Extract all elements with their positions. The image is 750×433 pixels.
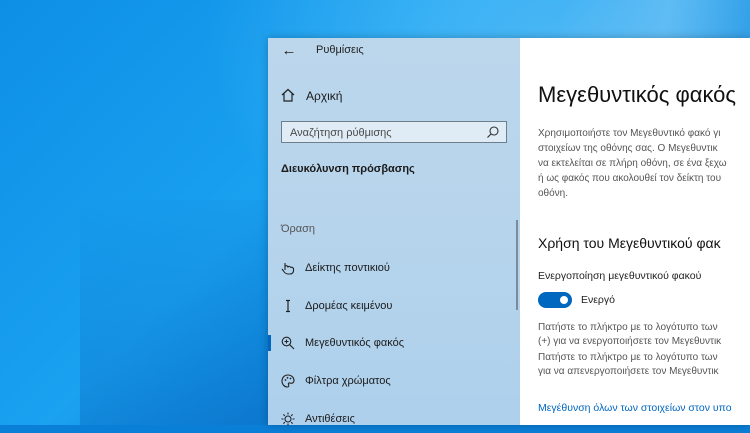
toggle-label: Ενεργοποίηση μεγεθυντικού φακού <box>538 270 702 282</box>
sidebar: ← Ρυθμίσεις Αρχική Διευκόλυνση πρόσβασης… <box>268 38 520 426</box>
toggle-knob <box>560 296 568 304</box>
sidebar-item-text-cursor[interactable]: Δρομέας κειμένου <box>268 292 520 320</box>
sidebar-scrollbar[interactable] <box>516 220 518 310</box>
magnifier-icon <box>281 336 295 350</box>
settings-window: ← Ρυθμίσεις Αρχική Διευκόλυνση πρόσβασης… <box>268 38 750 426</box>
home-icon <box>281 88 295 102</box>
description: Χρησιμοποιήστε τον Μεγεθυντικό φακό γι σ… <box>538 126 750 201</box>
sidebar-item-label: Αρχική <box>306 89 343 103</box>
toggle-state-label: Ενεργό <box>581 294 615 306</box>
shortcut-on-info: Πατήστε το πλήκτρο με το λογότυπο των (+… <box>538 321 750 349</box>
sidebar-item-label: Αντιθέσεις <box>305 413 355 425</box>
description-line: Χρησιμοποιήστε τον Μεγεθυντικό φακό γι <box>538 128 721 139</box>
mouse-pointer-icon <box>281 263 295 275</box>
sidebar-item-contrast[interactable]: Αντιθέσεις <box>268 405 520 433</box>
search-box[interactable] <box>281 121 507 143</box>
description-line: στοιχείων της οθόνης σας. Ο Μεγεθυντικ <box>538 143 718 154</box>
info-line: (+) για να ενεργοποιήσετε τον Μεγεθυντικ <box>538 336 722 347</box>
sidebar-item-label: Δείκτης ποντικιού <box>305 262 390 274</box>
sidebar-item-home[interactable]: Αρχική <box>268 84 520 108</box>
sidebar-item-magnifier[interactable]: Μεγεθυντικός φακός <box>268 329 520 357</box>
window-title: Ρυθμίσεις <box>316 44 364 56</box>
search-input[interactable] <box>288 124 482 142</box>
sidebar-item-label: Δρομέας κειμένου <box>305 300 393 312</box>
page-title: Μεγεθυντικός φακός <box>538 82 737 107</box>
search-icon[interactable] <box>486 125 500 139</box>
zoom-everything-link[interactable]: Μεγέθυνση όλων των στοιχείων στον υπο <box>538 402 732 414</box>
section-subheading: Χρήση του Μεγεθυντικού φακ <box>538 235 721 251</box>
shortcut-off-info: Πατήστε το πλήκτρο με το λογότυπο των γι… <box>538 351 750 379</box>
text-cursor-icon <box>286 299 290 313</box>
content-pane: Μεγεθυντικός φακός Χρησιμοποιήστε τον Με… <box>520 38 750 425</box>
sidebar-item-label: Μεγεθυντικός φακός <box>305 337 405 349</box>
section-title: Διευκόλυνση πρόσβασης <box>281 163 415 175</box>
palette-icon <box>281 374 295 388</box>
magnifier-toggle[interactable] <box>538 292 572 308</box>
description-line: οθόνη. <box>538 188 569 199</box>
group-label: Όραση <box>281 223 316 235</box>
sidebar-item-color-filters[interactable]: Φίλτρα χρώματος <box>268 367 520 395</box>
description-line: να εκτελείται σε πλήρη οθόνη, σε ένα ξεχ… <box>538 158 727 169</box>
info-line: για να απενεργοποιήσετε τον Μεγεθυντικ <box>538 366 719 377</box>
info-line: Πατήστε το πλήκτρο με το λογότυπο των <box>538 322 718 333</box>
sidebar-item-mouse-pointer[interactable]: Δείκτης ποντικιού <box>268 254 520 282</box>
description-line: ή ως φακός που ακολουθεί τον δείκτη του <box>538 173 722 184</box>
sidebar-item-label: Φίλτρα χρώματος <box>305 375 391 387</box>
back-arrow-icon[interactable]: ← <box>280 42 298 60</box>
info-line: Πατήστε το πλήκτρο με το λογότυπο των <box>538 352 718 363</box>
